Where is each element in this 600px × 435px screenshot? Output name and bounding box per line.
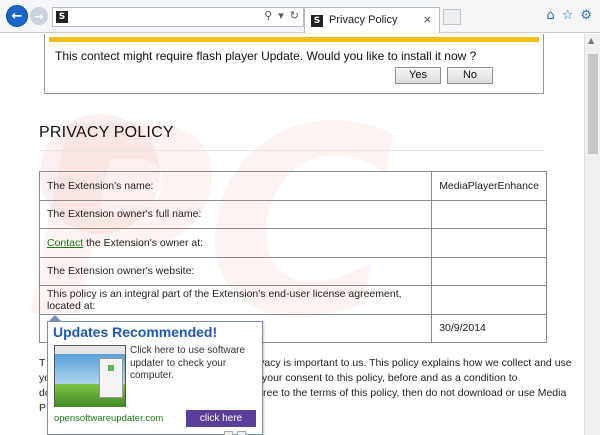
table-row: The Extension owner's full name: [38, 199, 547, 229]
line-text: vacy is important to us. This policy exp… [259, 357, 572, 369]
page-title: PRIVACY POLICY [39, 124, 174, 141]
refresh-icon[interactable]: ↻ [290, 9, 299, 22]
tab-title: Privacy Policy [329, 14, 398, 26]
settings-gear-icon[interactable]: ⚙ [580, 8, 592, 23]
updates-popup-ad[interactable]: Updates Recommended! Click here to use s… [47, 315, 263, 435]
line-text: your consent to this policy, before and … [262, 372, 518, 384]
address-bar[interactable]: S ⚲ ▾ ↻ [52, 7, 304, 27]
browser-toolbar: ← → S ⚲ ▾ ↻ S Privacy Policy × ⌂ ☆ ⚙ [0, 0, 600, 33]
new-tab-button[interactable] [443, 9, 461, 25]
row-value [431, 228, 547, 258]
flash-update-prompt: This contect might require flash player … [44, 34, 544, 94]
extension-info-table: The Extension's name: MediaPlayerEnhance… [38, 171, 547, 343]
back-arrow-icon: ← [11, 8, 23, 24]
yes-button[interactable]: Yes [395, 67, 441, 84]
site-favicon: S [56, 11, 68, 23]
tab-privacy-policy[interactable]: S Privacy Policy × [304, 7, 440, 33]
vertical-scrollbar[interactable]: ▲ [584, 34, 600, 435]
title-divider [39, 150, 545, 151]
row-value [431, 199, 547, 229]
forward-button[interactable]: → [30, 7, 48, 25]
popup-title: Updates Recommended! [53, 324, 218, 340]
favorites-star-icon[interactable]: ☆ [562, 8, 574, 23]
popup-text: Click here to use software updater to ch… [130, 345, 246, 381]
table-row: The Extension owner's website: [38, 256, 547, 286]
row-label: The Extension owner's website: [38, 256, 433, 286]
back-button[interactable]: ← [6, 5, 28, 27]
table-row: Contact the Extension's owner at: [38, 228, 547, 258]
flash-prompt-message: This contect might require flash player … [55, 49, 477, 63]
no-button[interactable]: No [447, 67, 493, 84]
table-row: The Extension's name: MediaPlayerEnhance [38, 171, 547, 201]
search-icon[interactable]: ⚲ [264, 9, 272, 22]
screenshot-window [99, 358, 123, 398]
contact-link[interactable]: Contact [47, 237, 83, 249]
row-value: MediaPlayerEnhance [431, 171, 547, 201]
flash-prompt-bar [49, 37, 539, 42]
line-text: ree to the terms of this policy, then do… [263, 387, 567, 399]
scrollbar-thumb[interactable] [588, 54, 598, 154]
tab-favicon: S [311, 15, 323, 27]
row-label: The Extension's name: [38, 171, 433, 201]
popup-controls [224, 431, 246, 435]
forward-arrow-icon: → [34, 9, 44, 23]
line-lead: P [39, 402, 47, 414]
row-label-contact: Contact the Extension's owner at: [38, 228, 433, 258]
page-content: PC This contect might require flash play… [0, 34, 584, 435]
line-lead: T [39, 357, 46, 369]
table-row: This policy is an integral part of the E… [38, 285, 547, 315]
popup-pointer [48, 315, 62, 322]
click-here-button[interactable]: click here [186, 410, 256, 427]
scroll-up-arrow-icon[interactable]: ▲ [588, 36, 594, 45]
screenshot-window-icon [108, 365, 114, 371]
row-label: The Extension owner's full name: [38, 199, 433, 229]
home-icon[interactable]: ⌂ [546, 8, 554, 23]
screenshot-titlebar [55, 346, 125, 354]
popup-close-icon[interactable] [237, 431, 246, 435]
popup-domain-link[interactable]: opensoftwareupdater.com [54, 413, 163, 424]
dropdown-icon[interactable]: ▾ [278, 9, 284, 22]
popup-screenshot-image [54, 345, 126, 407]
toolbar-icons: ⌂ ☆ ⚙ [546, 8, 592, 23]
address-bar-icons: ⚲ ▾ ↻ [264, 9, 299, 22]
row-label: This policy is an integral part of the E… [38, 285, 433, 315]
row-value [431, 285, 547, 315]
row-label: the Extension's owner at: [83, 236, 204, 249]
row-value-date: 30/9/2014 [431, 313, 547, 343]
close-tab-icon[interactable]: × [423, 13, 432, 26]
row-value [431, 256, 547, 286]
popup-minimize-icon[interactable] [224, 431, 233, 435]
